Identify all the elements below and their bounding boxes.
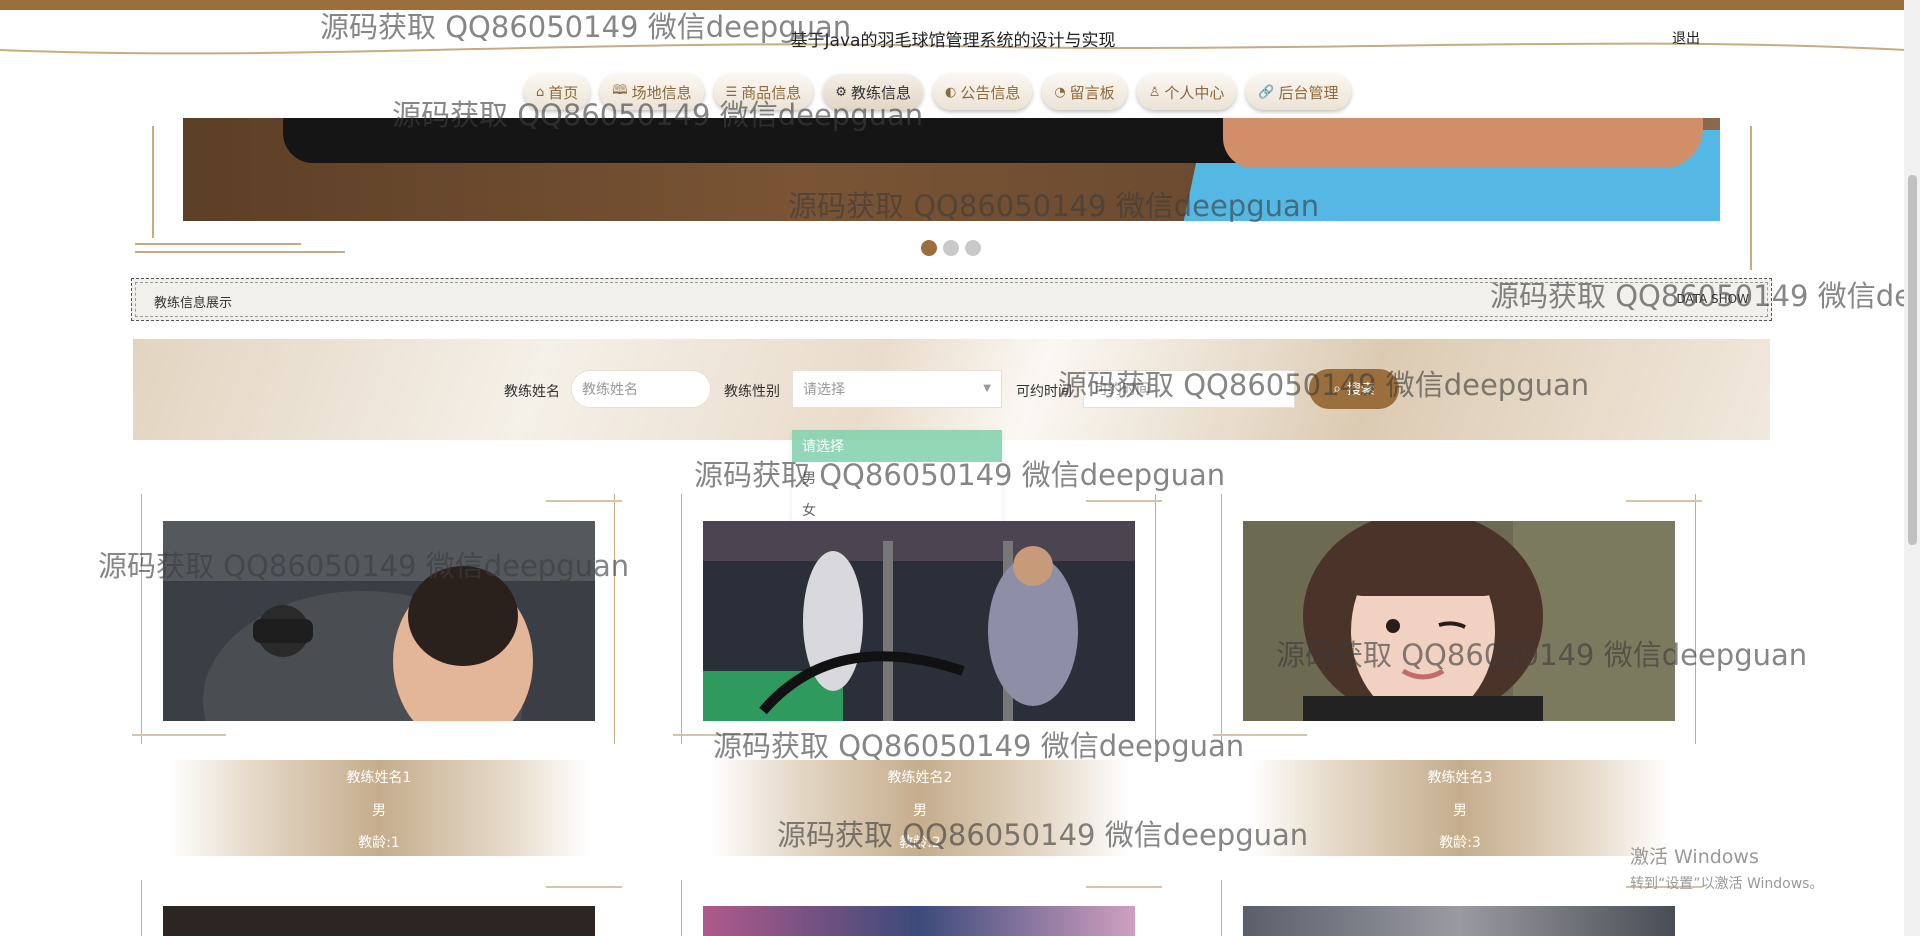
coach-photo[interactable]	[703, 906, 1135, 936]
gear-icon: ⚙	[835, 84, 847, 100]
nav-label: 留言板	[1069, 83, 1115, 102]
search-button-label: 搜索	[1346, 382, 1375, 398]
activation-hint: 转到“设置”以激活 Windows。	[1630, 876, 1824, 892]
decor-line	[135, 243, 301, 245]
card-frame-line	[141, 494, 142, 744]
nav-label: 首页	[548, 83, 579, 102]
gender-select[interactable]: 请选择 ▼	[792, 370, 1002, 408]
coach-name: 教练姓名2	[887, 770, 953, 786]
nav-products[interactable]: ☰ 商品信息	[713, 74, 814, 110]
card-frame-line	[1695, 494, 1696, 744]
card-frame-line	[1626, 500, 1702, 502]
card-frame-line	[1086, 886, 1162, 888]
card-frame-line	[546, 886, 622, 888]
coach-photo[interactable]	[703, 521, 1135, 721]
card-frame-line	[1221, 494, 1222, 744]
search-icon: ⌕	[1333, 381, 1341, 397]
coach-gender: 男	[1453, 803, 1467, 819]
name-label: 教练姓名	[504, 384, 560, 400]
main-nav: ⌂ 首页 🕮 场地信息 ☰ 商品信息 ⚙ 教练信息 ◐ 公告信息 ◔ 留言板 ♙ 个人中心 🔗…	[524, 74, 1351, 110]
coach-gender: 男	[913, 803, 927, 819]
coach-photo[interactable]	[163, 521, 595, 721]
carousel-dot[interactable]	[943, 240, 959, 256]
search-button[interactable]: ⌕ 搜索	[1309, 369, 1399, 409]
section-title: 教练信息展示	[154, 296, 233, 311]
palette-icon: ◐	[944, 84, 957, 100]
coach-info-card[interactable]: 教练姓名1 男 教龄:1	[169, 760, 589, 856]
coach-years: 教龄:2	[899, 835, 941, 851]
nav-coaches[interactable]: ⚙ 教练信息	[823, 74, 923, 110]
scrollbar-thumb[interactable]	[1908, 175, 1917, 545]
nav-label: 场地信息	[631, 83, 692, 102]
activation-title: 激活 Windows	[1630, 846, 1759, 868]
card-frame-line	[614, 494, 615, 744]
available-time-input[interactable]: 可约时间	[1083, 370, 1295, 408]
card-frame-line	[681, 494, 682, 744]
nav-label: 教练信息	[850, 83, 911, 102]
chevron-down-icon: ▼	[983, 383, 991, 394]
card-frame-line	[1213, 734, 1307, 736]
nav-announcements[interactable]: ◐ 公告信息	[932, 74, 1033, 110]
logout-link[interactable]: 退出	[1672, 28, 1700, 48]
nav-label: 商品信息	[741, 83, 802, 102]
carousel-dot[interactable]	[965, 240, 981, 256]
card-frame-line	[141, 880, 142, 936]
carousel-banner-image[interactable]	[183, 118, 1720, 221]
coach-name-input[interactable]: 教练姓名	[571, 370, 711, 408]
site-title: 基于Java的羽毛球馆管理系统的设计与实现	[790, 31, 1116, 51]
page-scrollbar[interactable]	[1904, 0, 1920, 936]
coach-gender: 男	[372, 803, 386, 819]
banner-frame-left	[152, 126, 154, 238]
coach-info-card[interactable]: 教练姓名3 男 教龄:3	[1250, 760, 1670, 856]
watermark-text: 源码获取 QQ86050149 微信deepguan	[713, 729, 1245, 763]
time-label: 可约时间	[1016, 384, 1072, 400]
card-frame-line	[673, 734, 767, 736]
gender-select-value: 请选择	[803, 382, 845, 398]
carousel-dot[interactable]	[921, 240, 937, 256]
card-frame-line	[1086, 500, 1162, 502]
nav-label: 公告信息	[960, 83, 1021, 102]
link-icon: 🔗	[1258, 84, 1275, 100]
coach-photo[interactable]	[1243, 906, 1675, 936]
carousel-indicators	[921, 240, 981, 256]
nav-venue[interactable]: 🕮 场地信息	[600, 74, 704, 110]
coach-name: 教练姓名3	[1427, 770, 1493, 786]
coach-years: 教龄:1	[358, 835, 400, 851]
section-header: 教练信息展示 DATA SHOW	[131, 278, 1772, 321]
card-frame-line	[681, 880, 682, 936]
card-frame-line	[132, 734, 226, 736]
layers-icon: ☰	[725, 84, 738, 100]
coach-name: 教练姓名1	[346, 770, 412, 786]
book-icon: 🕮	[612, 83, 628, 98]
dropdown-option[interactable]: 请选择	[792, 430, 1002, 462]
nav-admin[interactable]: 🔗 后台管理	[1246, 74, 1351, 110]
user-icon: ♙	[1148, 84, 1161, 100]
dropdown-option[interactable]: 男	[792, 462, 1002, 494]
card-frame-line	[1221, 880, 1222, 936]
coach-years: 教龄:3	[1439, 835, 1481, 851]
section-subtitle: DATA SHOW	[1676, 292, 1749, 306]
nav-profile[interactable]: ♙ 个人中心	[1136, 74, 1237, 110]
nav-messages[interactable]: ◔ 留言板	[1042, 74, 1127, 110]
nav-label: 个人中心	[1164, 83, 1225, 102]
card-frame-line	[546, 500, 622, 502]
top-accent-strip	[0, 0, 1920, 10]
nav-home[interactable]: ⌂ 首页	[524, 74, 591, 110]
home-icon: ⌂	[536, 84, 545, 100]
card-frame-line	[1155, 494, 1156, 744]
gender-label: 教练性别	[724, 384, 780, 400]
coach-photo[interactable]	[1243, 521, 1675, 721]
windows-activation-notice: 激活 Windows 转到“设置”以激活 Windows。	[1630, 842, 1823, 893]
dashboard-icon: ◔	[1054, 84, 1066, 100]
coach-photo[interactable]	[163, 906, 595, 936]
coach-info-card[interactable]: 教练姓名2 男 教龄:2	[710, 760, 1130, 856]
decor-line	[135, 251, 345, 253]
nav-label: 后台管理	[1278, 83, 1339, 102]
banner-frame-right	[1750, 126, 1752, 270]
